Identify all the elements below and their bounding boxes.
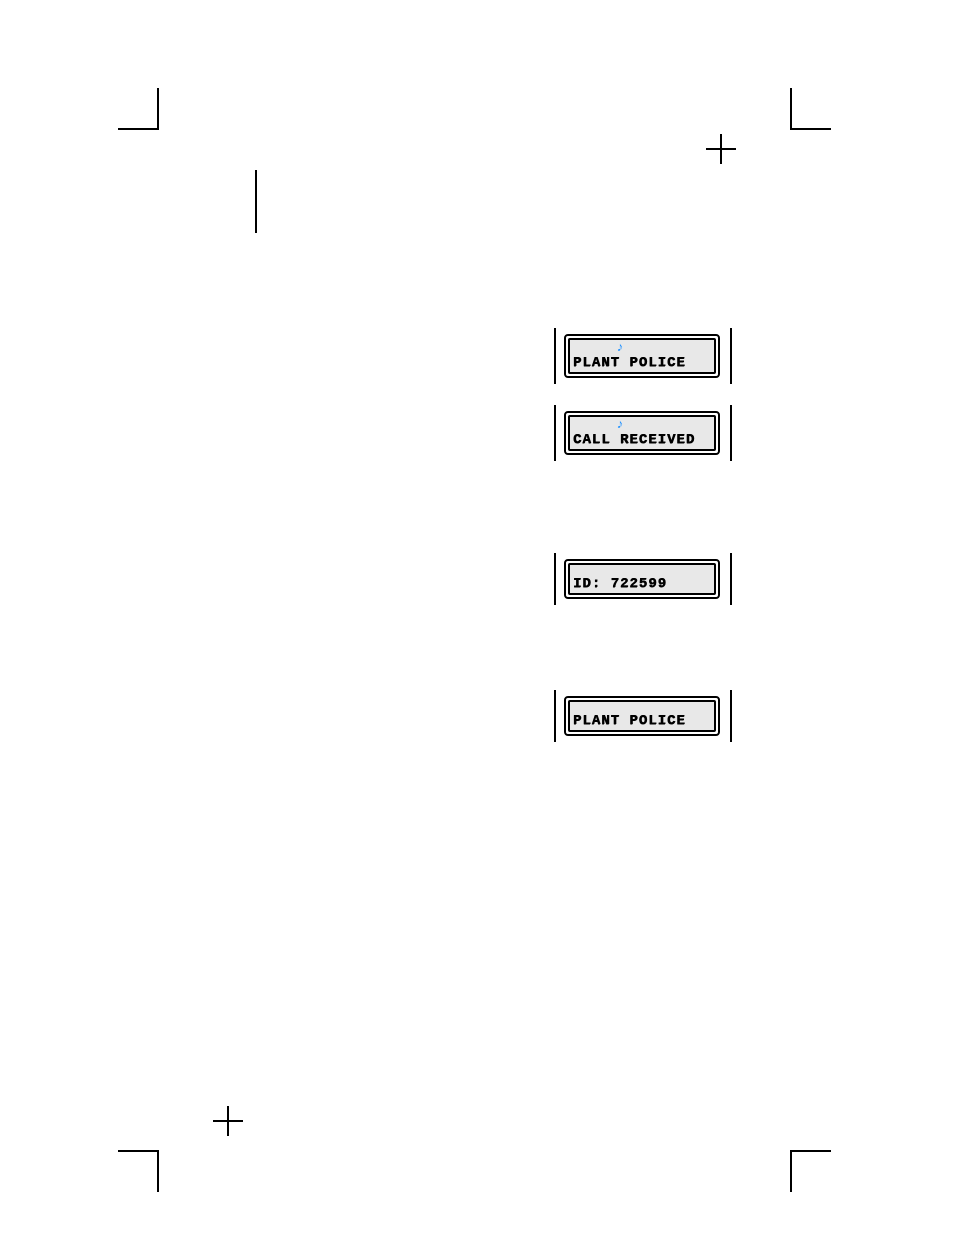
tick-mark <box>554 405 556 461</box>
registration-mark <box>720 134 722 164</box>
tick-mark <box>730 328 732 384</box>
tick-mark <box>554 328 556 384</box>
crop-mark <box>157 1150 159 1192</box>
tick-mark <box>730 690 732 742</box>
crop-mark <box>790 128 831 130</box>
lcd-text: PLANT POLICE <box>573 355 686 371</box>
tick-mark <box>554 690 556 742</box>
lcd-id-line: ID: 722599 <box>564 559 720 599</box>
crop-mark <box>118 1150 159 1152</box>
tick-mark <box>730 553 732 605</box>
tick-mark <box>554 553 556 605</box>
music-note-icon: ♪ <box>616 418 624 431</box>
divider-line <box>255 170 257 233</box>
lcd-plant-police-2: PLANT POLICE <box>564 696 720 736</box>
lcd-call-received: ♪ CALL RECEIVED <box>564 411 720 455</box>
crop-mark <box>790 1150 792 1192</box>
crop-mark <box>790 1150 831 1152</box>
crop-mark <box>118 128 159 130</box>
crop-mark <box>157 88 159 130</box>
lcd-plant-police-1: ♪ PLANT POLICE <box>564 334 720 378</box>
lcd-text: ID: 722599 <box>573 576 667 592</box>
lcd-text: PLANT POLICE <box>573 713 686 729</box>
registration-mark <box>227 1106 229 1136</box>
music-note-icon: ♪ <box>616 341 624 354</box>
lcd-text: CALL RECEIVED <box>573 432 695 448</box>
crop-mark <box>790 88 792 130</box>
tick-mark <box>730 405 732 461</box>
